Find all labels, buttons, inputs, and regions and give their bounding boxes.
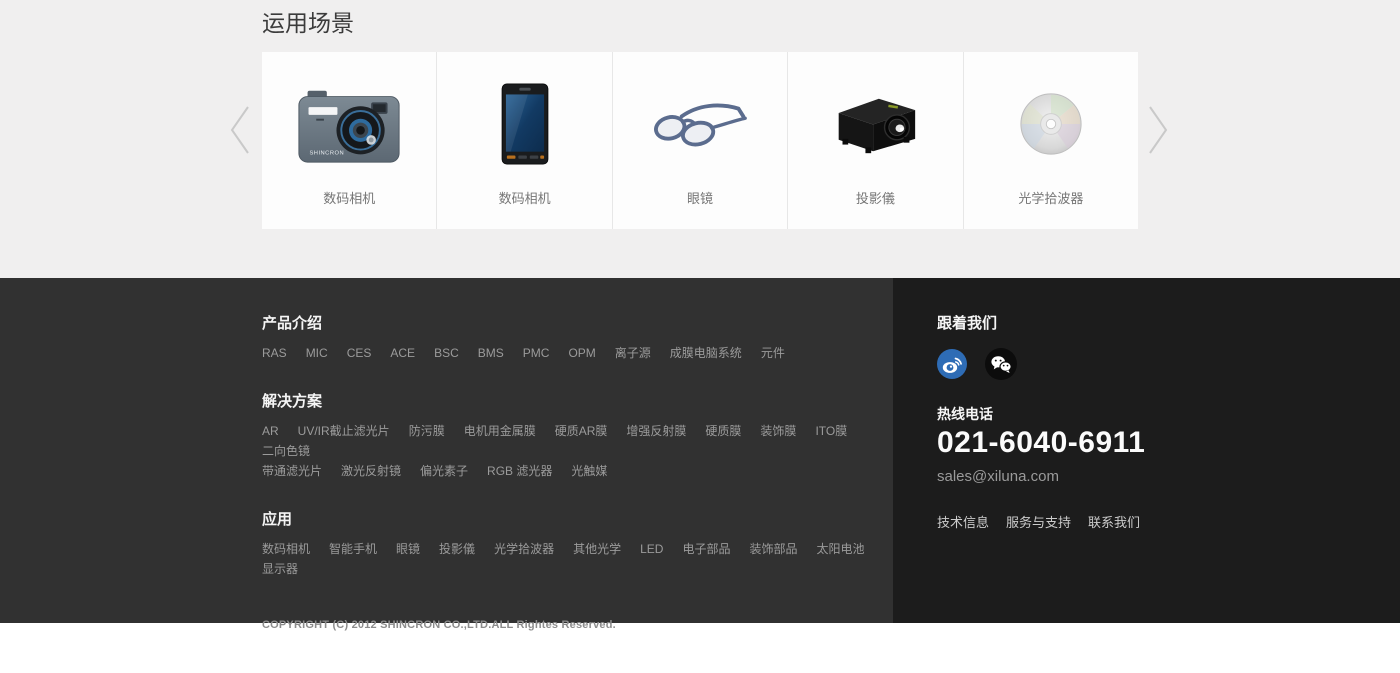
hotline-number: 021-6040-6911	[937, 426, 1400, 460]
scene-card-glasses[interactable]: 眼镜	[612, 52, 787, 229]
footer-nav-column: 产品介绍 RAS MIC CES ACE BSC BMS PMC OPM 离子源成膜电脑系统元件…	[0, 278, 893, 623]
footer-link[interactable]: ACE	[390, 343, 415, 363]
scene-card-label: 数码相机	[323, 188, 375, 207]
smartphone-image	[501, 60, 549, 188]
footer-bottom-links: 技术信息服务与支持联系我们	[937, 512, 1400, 531]
application-scenes-section: 运用场景	[0, 0, 1400, 278]
scenes-carousel: SHINCRON 数码相机	[262, 52, 1138, 229]
footer-link[interactable]: 硬质膜	[705, 421, 741, 441]
footer-link[interactable]: 眼镜	[396, 539, 420, 559]
optical-pickup-disc-image	[1019, 60, 1083, 188]
digital-camera-image: SHINCRON	[296, 60, 402, 188]
footer-applications-section: 应用 数码相机智能手机眼镜投影儀光学拾波器其他光学 LED 电子部品装饰部品太阳电池…	[262, 508, 893, 579]
footer-link[interactable]: 装饰膜	[760, 421, 796, 441]
footer-link[interactable]: 偏光素子	[420, 461, 468, 481]
footer: 产品介绍 RAS MIC CES ACE BSC BMS PMC OPM 离子源成膜电脑系统元件…	[0, 278, 1400, 623]
footer-link[interactable]: RAS	[262, 343, 287, 363]
footer-link[interactable]: 装饰部品	[749, 539, 797, 559]
footer-applications-title: 应用	[262, 508, 893, 529]
footer-link[interactable]: 元件	[761, 343, 785, 363]
footer-solutions-section: 解决方案 AR UV/IR截止滤光片防污膜电机用金属膜硬质AR膜增强反射膜硬质膜装…	[262, 390, 893, 481]
contact-email[interactable]: sales@xiluna.com	[937, 468, 1400, 485]
footer-link[interactable]: 防污膜	[409, 421, 445, 441]
footer-link[interactable]: 其他光学	[573, 539, 621, 559]
footer-link[interactable]: UV/IR截止滤光片	[298, 421, 390, 441]
footer-link[interactable]: 投影儀	[439, 539, 475, 559]
projector-image	[831, 60, 919, 188]
scene-card-digital-camera-2[interactable]: 数码相机	[436, 52, 611, 229]
social-icons	[937, 348, 1400, 380]
footer-link[interactable]: BMS	[478, 343, 504, 363]
follow-us-title: 跟着我们	[937, 312, 1400, 333]
footer-link[interactable]: 光学拾波器	[494, 539, 554, 559]
footer-products-section: 产品介绍 RAS MIC CES ACE BSC BMS PMC OPM 离子源成膜电脑系统元件	[262, 312, 893, 363]
hotline-label: 热线电话	[937, 404, 1400, 424]
footer-link[interactable]: ITO膜	[815, 421, 847, 441]
wechat-icon[interactable]	[985, 348, 1017, 380]
glasses-image	[650, 60, 750, 188]
scene-card-label: 光学拾波器	[1018, 188, 1083, 207]
footer-link[interactable]: 二向色镜	[262, 441, 310, 461]
scene-card-digital-camera-1[interactable]: SHINCRON 数码相机	[262, 52, 436, 229]
footer-link[interactable]: BSC	[434, 343, 459, 363]
footer-solutions-links-row1: AR UV/IR截止滤光片防污膜电机用金属膜硬质AR膜增强反射膜硬质膜装饰膜 ITO…	[262, 421, 884, 461]
footer-link[interactable]: CES	[347, 343, 372, 363]
scene-card-label: 数码相机	[499, 188, 551, 207]
chevron-left-icon	[228, 143, 252, 160]
footer-link[interactable]: 显示器	[262, 559, 298, 579]
footer-link[interactable]: LED	[640, 539, 663, 559]
chevron-right-icon	[1146, 143, 1170, 160]
svg-text:SHINCRON: SHINCRON	[310, 150, 345, 156]
scene-card-projector[interactable]: 投影儀	[787, 52, 962, 229]
footer-link[interactable]: 带通滤光片	[262, 461, 322, 481]
scene-card-label: 投影儀	[856, 188, 895, 207]
scene-card-label: 眼镜	[687, 188, 713, 207]
footer-solutions-links-row2: 带通滤光片激光反射镜偏光素子 RGB 滤光器光触媒	[262, 461, 884, 481]
footer-bottom-link[interactable]: 服务与支持	[1006, 512, 1071, 531]
footer-link[interactable]: 硬质AR膜	[555, 421, 608, 441]
footer-link[interactable]: AR	[262, 421, 279, 441]
footer-link[interactable]: 成膜电脑系统	[670, 343, 742, 363]
footer-link[interactable]: 增强反射膜	[626, 421, 686, 441]
footer-link[interactable]: 电机用金属膜	[464, 421, 536, 441]
footer-link[interactable]: 激光反射镜	[341, 461, 401, 481]
footer-link[interactable]: 电子部品	[682, 539, 730, 559]
footer-applications-links: 数码相机智能手机眼镜投影儀光学拾波器其他光学 LED 电子部品装饰部品太阳电池显示器	[262, 539, 884, 579]
weibo-icon[interactable]	[937, 349, 967, 379]
footer-products-links: RAS MIC CES ACE BSC BMS PMC OPM 离子源成膜电脑系统元件	[262, 343, 884, 363]
footer-link[interactable]: 数码相机	[262, 539, 310, 559]
section-title: 运用场景	[262, 4, 354, 38]
footer-products-title: 产品介绍	[262, 312, 893, 333]
footer-link[interactable]: MIC	[306, 343, 328, 363]
footer-link[interactable]: 智能手机	[329, 539, 377, 559]
footer-link[interactable]: RGB 滤光器	[487, 461, 552, 481]
scene-card-optical-pickup[interactable]: 光学拾波器	[963, 52, 1138, 229]
footer-link[interactable]: 离子源	[615, 343, 651, 363]
copyright-text: COPYRIGHT (C) 2012 SHINCRON CO.,LTD.ALL …	[262, 619, 893, 631]
footer-contact-column: 跟着我们	[893, 278, 1400, 623]
footer-bottom-link[interactable]: 联系我们	[1088, 512, 1140, 531]
footer-link[interactable]: OPM	[568, 343, 595, 363]
footer-link[interactable]: PMC	[523, 343, 550, 363]
carousel-prev-button[interactable]	[228, 104, 252, 161]
footer-bottom-link[interactable]: 技术信息	[937, 512, 989, 531]
footer-solutions-title: 解决方案	[262, 390, 893, 411]
carousel-next-button[interactable]	[1146, 104, 1170, 161]
footer-link[interactable]: 光触媒	[571, 461, 607, 481]
footer-link[interactable]: 太阳电池	[816, 539, 864, 559]
